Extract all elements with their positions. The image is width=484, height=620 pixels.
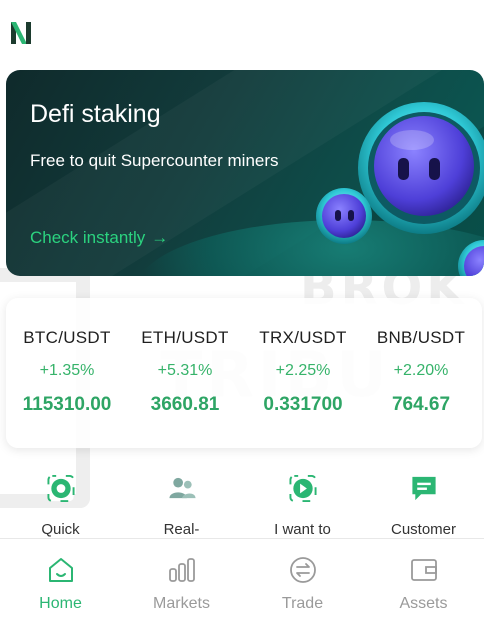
- pair-price: 764.67: [391, 394, 451, 415]
- banner-title: Defi staking: [30, 100, 161, 128]
- home-icon: [48, 558, 73, 582]
- action-customer-service[interactable]: Customer: [363, 474, 484, 538]
- defi-staking-banner[interactable]: Defi staking Free to quit Supercounter m…: [6, 70, 484, 276]
- ticker-pair-btc[interactable]: BTC/USDT +1.35% 115310.00: [8, 298, 126, 448]
- ticker-pair-eth[interactable]: ETH/USDT +5.31% 3660.81: [126, 298, 244, 448]
- ticker-pair-bnb[interactable]: BNB/USDT +2.20% 764.67: [362, 298, 480, 448]
- trade-icon: [289, 557, 316, 583]
- markets-icon: [168, 558, 195, 582]
- pair-name: BTC/USDT: [23, 328, 111, 347]
- pair-price: 0.331700: [263, 394, 343, 415]
- nav-label: Trade: [281, 595, 324, 612]
- nav-label: Markets: [153, 595, 210, 612]
- action-quick[interactable]: Quick: [0, 474, 121, 538]
- quick-actions-row: Quick Real- I want to Customer: [0, 474, 484, 538]
- pair-name: ETH/USDT: [141, 328, 229, 347]
- app-logo-icon: [11, 22, 31, 44]
- pair-name: TRX/USDT: [259, 328, 347, 347]
- bottom-navigation: Home Markets Trade Assets: [0, 538, 484, 620]
- customer-service-icon: [411, 476, 436, 501]
- pair-change: +5.31%: [157, 362, 213, 379]
- pair-change: +1.35%: [39, 362, 95, 379]
- action-i-want-to[interactable]: I want to: [242, 474, 363, 538]
- nav-home[interactable]: Home: [0, 539, 121, 620]
- pair-name: BNB/USDT: [376, 328, 466, 347]
- real-name-icon: [168, 477, 196, 499]
- action-label: Real-: [163, 521, 200, 538]
- ticker-pair-trx[interactable]: TRX/USDT +2.25% 0.331700: [244, 298, 362, 448]
- action-real-name[interactable]: Real-: [121, 474, 242, 538]
- assets-icon: [410, 559, 437, 581]
- check-instantly-label: Check instantly: [30, 228, 146, 247]
- pair-change: +2.25%: [275, 362, 331, 379]
- arrow-right-icon: →: [151, 228, 169, 247]
- nav-label: Home: [39, 595, 82, 612]
- mascot-coin-illustration: [316, 102, 484, 276]
- nav-assets[interactable]: Assets: [363, 539, 484, 620]
- pair-change: +2.20%: [393, 362, 449, 379]
- market-ticker-card: BTC/USDT +1.35% 115310.00 ETH/USDT +5.31…: [6, 298, 482, 448]
- nav-label: Assets: [399, 595, 448, 612]
- nav-markets[interactable]: Markets: [121, 539, 242, 620]
- i-want-to-icon: [288, 474, 317, 503]
- action-label: Customer: [390, 521, 457, 538]
- action-label: I want to: [274, 521, 331, 538]
- check-instantly-link[interactable]: Check instantly →: [30, 228, 168, 248]
- pair-price: 3660.81: [150, 394, 220, 415]
- banner-subtitle: Free to quit Supercounter miners: [30, 151, 279, 170]
- nav-trade[interactable]: Trade: [242, 539, 363, 620]
- pair-price: 115310.00: [22, 394, 112, 415]
- action-label: Quick: [41, 521, 80, 538]
- quick-buy-icon: [46, 474, 75, 503]
